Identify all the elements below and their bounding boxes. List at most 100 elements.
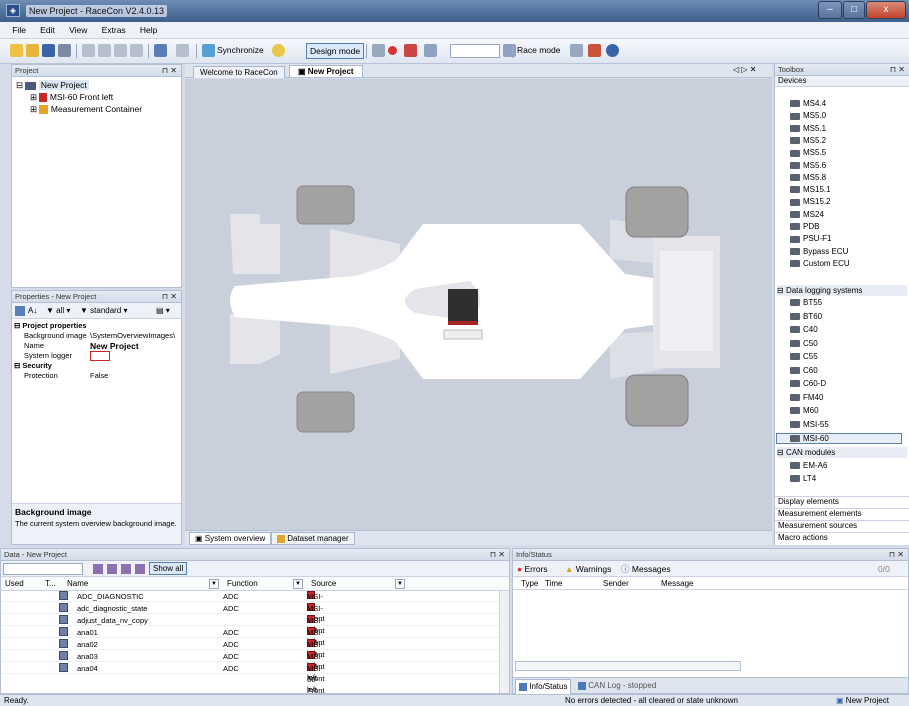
toolbox-item-ms4-4[interactable]: MS4.4 [790,99,826,108]
sort-alpha-icon[interactable]: A↓ [28,306,37,315]
toolbox-item-ms5-2[interactable]: MS5.2 [790,136,826,145]
tree-item-measurement-container[interactable]: ⊞ Measurement Container [30,104,142,115]
zoom-select[interactable] [450,44,500,58]
menu-extras[interactable]: Extras [96,22,132,38]
tab-nav-controls[interactable]: ◁ ▷ ✕ [733,65,756,74]
col-source[interactable]: Source [311,577,336,591]
toolbox-item-pdb[interactable]: PDB [790,222,819,231]
cut-icon[interactable] [82,44,95,57]
toolbox-item-fm40[interactable]: FM40 [790,393,823,402]
toolbox-item-c40[interactable]: C40 [790,325,818,334]
panel-pin-close-icon[interactable]: ⊓ ✕ [490,549,505,561]
zoom-out-icon[interactable] [503,44,516,57]
data-search-input[interactable] [3,563,83,575]
col-type[interactable]: Type [521,577,538,590]
filter-all-dropdown[interactable]: ▼ all ▾ [46,306,70,315]
table-row[interactable]: adjust_data_nv_copyMSI-60 Front left [1,615,507,658]
categorized-icon[interactable] [15,306,25,316]
col-message[interactable]: Message [661,577,693,590]
view-options-icon[interactable]: ▤ ▾ [156,306,170,315]
prop-protection[interactable]: Protection False [12,371,183,381]
record-icon[interactable] [388,46,397,55]
toolbox-item-ms5-6[interactable]: MS5.6 [790,161,826,170]
toolbox-item-c50[interactable]: C50 [790,339,818,348]
close-button[interactable]: x [866,1,906,19]
design-mode-button[interactable]: Design mode [306,43,365,59]
can-modules-header[interactable]: ⊟ CAN modules [777,447,907,458]
toolbox-item-ms15-2[interactable]: MS15.2 [790,197,831,206]
category-display-elements[interactable]: Display elements [775,496,909,508]
chart-tool-icon[interactable] [588,44,601,57]
devices-header[interactable]: Devices [775,76,909,87]
toolbox-item-msi-55[interactable]: MSI-55 [790,420,829,429]
tree-item-msi60[interactable]: ⊞ MSI-60 Front left [30,92,113,103]
open-folder-icon[interactable] [26,44,39,57]
eraser-icon[interactable] [130,44,143,57]
filter-measured-icon[interactable] [93,564,103,574]
toolbox-item-bt60[interactable]: BT60 [790,312,822,321]
data-scrollbar[interactable] [499,591,509,693]
save-icon[interactable] [42,44,55,57]
table-row[interactable]: ana01ADCMSI-60 Front left [1,627,507,670]
status-right[interactable]: ▣ New Project [836,695,889,706]
toolbox-item-custom-ecu[interactable]: Custom ECU [790,259,850,268]
toolbox-item-ms5-0[interactable]: MS5.0 [790,111,826,120]
toolbox-item-ms5-8[interactable]: MS5.8 [790,173,826,182]
copy-icon[interactable] [98,44,111,57]
toolbox-item-bt55[interactable]: BT55 [790,298,822,307]
toolbox-item-c60[interactable]: C60 [790,366,818,375]
toolbox-item-psu-f1[interactable]: PSU-F1 [790,234,831,243]
menu-view[interactable]: View [63,22,93,38]
col-name[interactable]: Name [67,577,88,591]
help-icon[interactable] [606,44,619,57]
table-row[interactable]: adc_diagnostic_stateADCMSI-60 Front left [1,603,507,646]
category-macro-actions[interactable]: Macro actions [775,532,909,544]
redo-icon[interactable] [176,44,189,57]
toolbox-item-ms24[interactable]: MS24 [790,210,824,219]
stop-record-icon[interactable] [404,44,417,57]
table-row[interactable]: ana03 ADC MSI-60 Front left [1,651,507,693]
system-overview-canvas[interactable] [185,79,772,530]
synchronize-button[interactable]: Synchronize [217,43,264,59]
print-icon[interactable] [58,44,71,57]
toolbox-item-c55[interactable]: C55 [790,352,818,361]
menu-edit[interactable]: Edit [34,22,61,38]
col-time[interactable]: Time [545,577,562,590]
panel-pin-close-icon[interactable]: ⊓ ✕ [162,65,177,77]
zoom-icon[interactable] [424,44,437,57]
play-icon[interactable] [372,44,385,57]
source-dropdown-icon[interactable]: ▼ [395,579,405,589]
col-type[interactable]: T... [45,577,56,591]
warnings-filter-button[interactable]: ▲ Warnings [565,561,611,577]
toolbox-item-ms15-1[interactable]: MS15.1 [790,185,831,194]
datalogging-header[interactable]: ⊟ Data logging systems [777,285,907,296]
messages-filter-button[interactable]: ⓘ Messages [621,561,671,577]
maximize-button[interactable]: □ [843,1,865,19]
source-filter-icon[interactable]: ▼ [293,579,303,589]
panel-pin-close-icon[interactable]: ⊓ ✕ [890,64,905,76]
prop-system-logger[interactable]: System logger [12,351,183,361]
synchronize-icon[interactable] [202,44,215,57]
filter-system-icon[interactable] [135,564,145,574]
category-measurement-elements[interactable]: Measurement elements [775,508,909,520]
table-row[interactable]: ana04 ADC MSI-60 Front left [1,663,507,693]
toolbox-item-ms5-5[interactable]: MS5.5 [790,148,826,157]
toolbox-item-lt4[interactable]: LT4 [790,474,816,483]
toolbox-item-msi-60[interactable]: MSI-60 [776,433,902,444]
filter-standard-dropdown[interactable]: ▼ standard ▾ [80,306,128,315]
toolbox-item-m60[interactable]: M60 [790,406,819,415]
tab-system-overview[interactable]: ▣ System overview [189,532,272,545]
race-mode-button[interactable]: Race mode [517,43,560,59]
table-row[interactable]: ADC_DIAGNOSTICADCMSI-60 Front left [1,591,507,634]
panel-pin-close-icon[interactable]: ⊓ ✕ [889,549,904,561]
col-used[interactable]: Used [5,577,24,591]
undo-icon[interactable] [154,44,167,57]
minimize-button[interactable]: – [818,1,842,19]
show-all-button[interactable]: Show all [149,562,188,575]
function-filter-icon[interactable]: ▼ [209,579,219,589]
checklist-icon[interactable] [570,44,583,57]
menu-help[interactable]: Help [134,22,163,38]
col-function[interactable]: Function [227,577,258,591]
col-sender[interactable]: Sender [603,577,629,590]
tab-welcome[interactable]: Welcome to RaceCon [193,66,285,78]
